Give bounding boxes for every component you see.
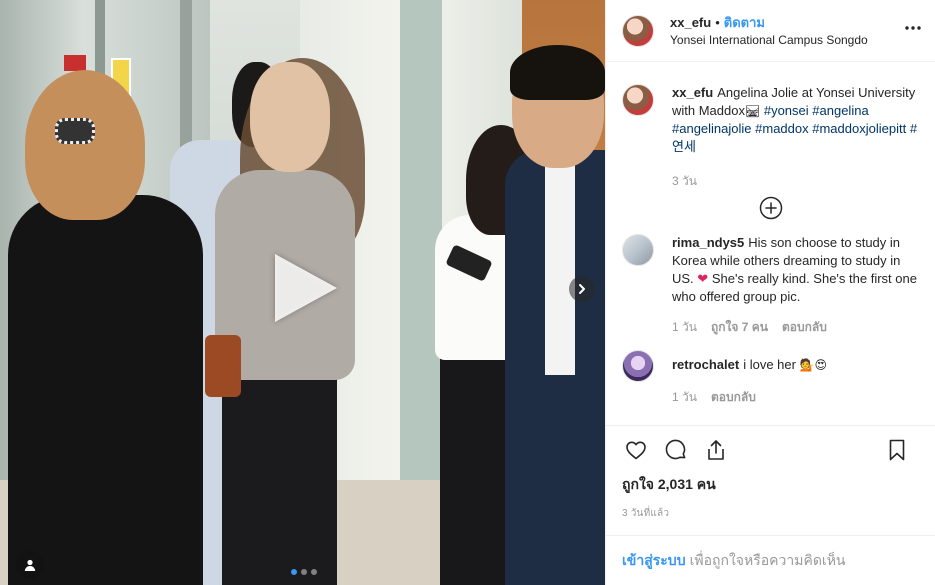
play-icon[interactable] [275,254,337,322]
comment-meta: 1 วัน ตอบกลับ [672,388,827,406]
comment-text-after: She's really kind. She's the first one w… [672,271,917,304]
avatar[interactable] [622,14,654,47]
reply-button[interactable]: ตอบกลับ [711,388,756,406]
post-actions: ถูกใจ 2,031 คน 3 วันที่แล้ว [606,425,935,535]
avatar[interactable] [622,84,654,116]
emoji: 💁😍 [799,358,828,372]
username-link[interactable]: xx_efu [670,15,711,31]
person-5-hair [510,45,605,100]
bookmark-icon [889,439,905,461]
heart-emoji: ❤ [697,271,709,286]
more-horizontal-icon [905,26,921,30]
comment-item: retrochalet i love her 💁😍 1 วัน ตอบกลับ [622,350,919,406]
railway-emoji: 🛤 [744,104,761,118]
post-timestamp[interactable]: 3 วันที่แล้ว [622,506,919,521]
share-button[interactable] [702,436,730,464]
load-more-comments [622,196,919,220]
hashtag-link[interactable]: #maddoxjoliepitt [812,121,906,136]
post-side-panel: xx_efu • ติดตาม Yonsei International Cam… [605,0,935,585]
carousel-dot [301,569,307,575]
carousel-indicator [291,569,317,575]
share-icon [708,440,724,460]
person-5-shirt [545,165,575,375]
comment-timestamp[interactable]: 1 วัน [672,388,697,406]
save-button[interactable] [883,436,911,464]
follow-button[interactable]: ติดตาม [724,15,765,31]
red-sign [64,55,86,71]
likes-count[interactable]: ถูกใจ 2,031 คน [622,474,919,496]
location-link[interactable]: Yonsei International Campus Songdo [670,33,868,47]
chevron-right-icon [579,284,585,294]
caption-body: xx_efu Angelina Jolie at Yonsei Universit… [672,84,919,190]
handbag [205,335,241,397]
login-prompt: เข้าสู่ระบบ เพื่อถูกใจหรือความคิดเห็น [606,535,935,585]
comment-body: retrochalet i love her 💁😍 1 วัน ตอบกลับ [672,350,827,406]
comment-username[interactable]: rima_ndys5 [672,235,744,250]
login-link[interactable]: เข้าสู่ระบบ [622,550,686,572]
post-media[interactable] [0,0,605,585]
reply-button[interactable]: ตอบกลับ [782,318,827,336]
hashtag-link[interactable]: #angelinajolie [672,121,752,136]
action-row [622,426,919,474]
comment-text: rima_ndys5 His son choose to study in Kor… [672,234,919,306]
hashtag-link[interactable]: #yonsei [764,103,809,118]
comment-item: rima_ndys5 His son choose to study in Kor… [622,234,919,336]
user-tag-icon [24,559,36,571]
like-button[interactable] [622,436,650,464]
comment-likes[interactable]: ถูกใจ 7 คน [711,318,768,336]
comment-timestamp[interactable]: 1 วัน [672,318,697,336]
comment-body: rima_ndys5 His son choose to study in Kor… [672,234,919,336]
hashtag-link[interactable]: #maddox [755,121,808,136]
comment-username[interactable]: retrochalet [672,357,739,372]
comment-text-before: i love her [743,357,796,372]
post-header: xx_efu • ติดตาม Yonsei International Cam… [606,0,935,62]
carousel-dot [291,569,297,575]
more-options-button[interactable] [903,18,923,38]
comments-section: xx_efu Angelina Jolie at Yonsei Universit… [606,62,935,425]
hair-scrunchie [55,118,95,144]
separator-bullet: • [715,14,720,30]
avatar[interactable] [622,234,654,266]
caption-text: xx_efu Angelina Jolie at Yonsei Universit… [672,84,919,156]
caption: xx_efu Angelina Jolie at Yonsei Universit… [622,84,919,190]
user-tag-button[interactable] [16,551,44,579]
header-line: xx_efu • ติดตาม [670,15,868,31]
comment-button[interactable] [662,436,690,464]
comment-text: retrochalet i love her 💁😍 [672,356,827,374]
carousel-dot [311,569,317,575]
comment-icon [665,439,686,460]
person-1-body [8,195,203,585]
login-prompt-text: เพื่อถูกใจหรือความคิดเห็น [689,551,846,568]
header-text: xx_efu • ติดตาม Yonsei International Cam… [670,15,868,47]
carousel-next-button[interactable] [569,276,595,302]
person-4-legs [440,345,505,585]
caption-username[interactable]: xx_efu [672,85,713,100]
hashtag-link[interactable]: #angelina [812,103,868,118]
avatar[interactable] [622,350,654,382]
caption-timestamp[interactable]: 3 วัน [672,172,919,190]
person-3-head [250,62,330,172]
post-container: xx_efu • ติดตาม Yonsei International Cam… [0,0,935,585]
heart-icon [626,441,646,460]
comment-meta: 1 วัน ถูกใจ 7 คน ตอบกลับ [672,318,919,336]
person-1-head [25,70,145,220]
plus-circle-icon[interactable] [759,196,783,220]
